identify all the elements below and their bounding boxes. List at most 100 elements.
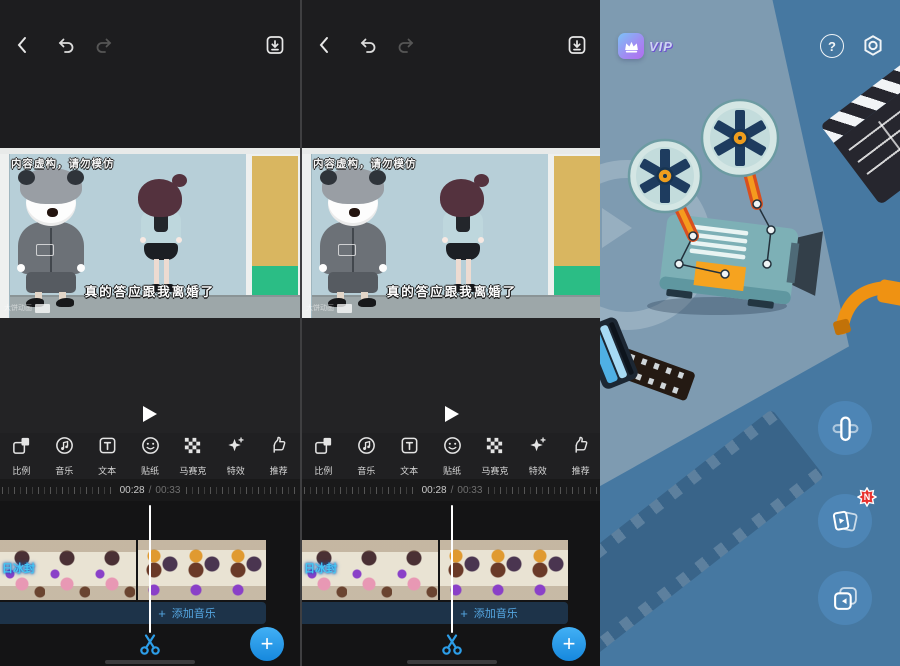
plus-icon: + — [460, 607, 468, 620]
projector-illustration — [605, 78, 835, 318]
aspect-ratio-icon — [11, 435, 32, 461]
total-time: 00:33 — [155, 485, 180, 496]
add-music-button[interactable]: + 添加音乐 — [302, 602, 568, 624]
redo-icon[interactable] — [92, 32, 118, 58]
play-icon — [445, 406, 459, 422]
export-button[interactable] — [262, 32, 288, 58]
watermark-logo — [35, 304, 50, 313]
undo-icon[interactable] — [52, 32, 78, 58]
tool-recommend[interactable]: 推荐 — [559, 435, 600, 477]
tool-sticker[interactable]: 贴纸 — [129, 435, 172, 477]
timeline-ruler[interactable]: 00:28 / 00:33 — [0, 479, 300, 501]
subtitle-text: 真的答应跟我离婚了 — [0, 281, 300, 300]
editor-panel-left: 内容虚构，请勿模仿 真的答应跟我离婚了 大饼动画 比例 音乐 — [0, 0, 300, 666]
help-button[interactable]: ? — [820, 34, 844, 58]
plus-icon: + — [158, 607, 166, 620]
cut-button[interactable] — [439, 631, 465, 657]
editor-panel-middle: 内容虚构，请勿模仿 真的答应跟我离婚了 大饼动画 比例 音乐 — [300, 0, 600, 666]
tool-music[interactable]: 音乐 — [43, 435, 86, 477]
tool-aspect-ratio[interactable]: 比例 — [0, 435, 43, 477]
clip-thumbnail-2[interactable] — [138, 540, 266, 600]
time-display: 00:28 / 00:33 — [422, 485, 483, 496]
crown-icon — [618, 33, 644, 59]
cut-button[interactable] — [137, 631, 163, 657]
tool-recommend[interactable]: 推荐 — [257, 435, 300, 477]
thumbs-up-icon — [268, 435, 289, 461]
filmstrip[interactable]: 日冰封 — [0, 540, 266, 600]
stitch-button[interactable] — [818, 401, 872, 455]
clip-thumbnail-2[interactable] — [440, 540, 568, 600]
preview-gap — [0, 318, 300, 433]
clip-caption: 日冰封 — [304, 560, 337, 576]
redo-icon[interactable] — [394, 32, 420, 58]
subtitle-text: 真的答应跟我离婚了 — [302, 281, 600, 300]
film-roll-illustration — [600, 310, 706, 420]
disclaimer-text: 内容虚构，请勿模仿 — [313, 156, 417, 171]
tool-text[interactable]: 文本 — [86, 435, 129, 477]
text-icon — [97, 435, 118, 461]
settings-button[interactable] — [860, 33, 886, 59]
video-preview[interactable]: 内容虚构，请勿模仿 真的答应跟我离婚了 大饼动画 — [302, 148, 600, 318]
templates-button[interactable]: N — [818, 494, 872, 548]
clip-thumbnail-1[interactable]: 日冰封 — [302, 540, 438, 600]
edit-toolbar: 比例 音乐 文本 贴纸 — [302, 433, 600, 479]
timeline-area: 日冰封 + 添加音乐 + — [302, 501, 600, 666]
watermark-logo — [337, 304, 352, 313]
sticker-icon — [140, 435, 161, 461]
tool-mosaic[interactable]: 马赛克 — [171, 435, 214, 477]
music-icon — [356, 435, 377, 461]
add-clip-button[interactable]: + — [250, 627, 284, 661]
ruler-ticks-left — [2, 487, 114, 494]
play-button[interactable] — [445, 404, 465, 424]
play-icon — [143, 406, 157, 422]
current-time: 00:28 — [120, 485, 145, 496]
export-button[interactable] — [564, 32, 590, 58]
tool-effects[interactable]: 特效 — [214, 435, 257, 477]
add-clip-button[interactable]: + — [552, 627, 586, 661]
vip-badge[interactable]: VIP — [618, 33, 673, 59]
tool-aspect-ratio[interactable]: 比例 — [302, 435, 345, 477]
sticker-icon — [442, 435, 463, 461]
tool-text[interactable]: 文本 — [388, 435, 431, 477]
preview-gap — [302, 318, 600, 433]
back-icon[interactable] — [10, 32, 36, 58]
tool-mosaic[interactable]: 马赛克 — [473, 435, 516, 477]
video-preview[interactable]: 内容虚构，请勿模仿 真的答应跟我离婚了 大饼动画 — [0, 148, 300, 318]
playhead — [149, 505, 151, 633]
add-music-button[interactable]: + 添加音乐 — [0, 602, 266, 624]
back-icon[interactable] — [312, 32, 338, 58]
disclaimer-text: 内容虚构，请勿模仿 — [11, 156, 115, 171]
play-button[interactable] — [143, 404, 163, 424]
clip-thumbnail-1[interactable]: 日冰封 — [0, 540, 136, 600]
clip-caption: 日冰封 — [2, 560, 35, 576]
scene-door-yellow — [554, 156, 600, 266]
home-panel: VIP ? N — [600, 0, 900, 666]
effects-icon — [527, 435, 548, 461]
tool-music[interactable]: 音乐 — [345, 435, 388, 477]
timeline-area: 日冰封 + 添加音乐 + — [0, 501, 300, 666]
filmstrip[interactable]: 日冰封 — [302, 540, 568, 600]
clips-button[interactable] — [818, 571, 872, 625]
editor-topbar — [302, 0, 600, 148]
scene-top-strip — [0, 148, 300, 154]
editor-topbar — [0, 0, 300, 148]
playhead — [451, 505, 453, 633]
tool-sticker[interactable]: 贴纸 — [431, 435, 474, 477]
timeline-ruler[interactable]: 00:28 / 00:33 — [302, 479, 600, 501]
ruler-ticks-right — [186, 487, 298, 494]
scene-top-strip — [302, 148, 600, 154]
thumbs-up-icon — [570, 435, 591, 461]
editor-screen: 内容虚构，请勿模仿 真的答应跟我离婚了 大饼动画 比例 音乐 — [0, 0, 300, 666]
mosaic-icon — [182, 435, 203, 461]
mosaic-icon — [484, 435, 505, 461]
new-badge: N — [857, 487, 877, 507]
split-screen: 内容虚构，请勿模仿 真的答应跟我离婚了 大饼动画 比例 音乐 — [0, 0, 900, 666]
time-display: 00:28 / 00:33 — [120, 485, 181, 496]
undo-icon[interactable] — [354, 32, 380, 58]
current-time: 00:28 — [422, 485, 447, 496]
scene-door-yellow — [252, 156, 298, 266]
ruler-ticks-right — [488, 487, 600, 494]
vip-label: VIP — [649, 39, 673, 54]
editor-screen: 内容虚构，请勿模仿 真的答应跟我离婚了 大饼动画 比例 音乐 — [302, 0, 600, 666]
tool-effects[interactable]: 特效 — [516, 435, 559, 477]
